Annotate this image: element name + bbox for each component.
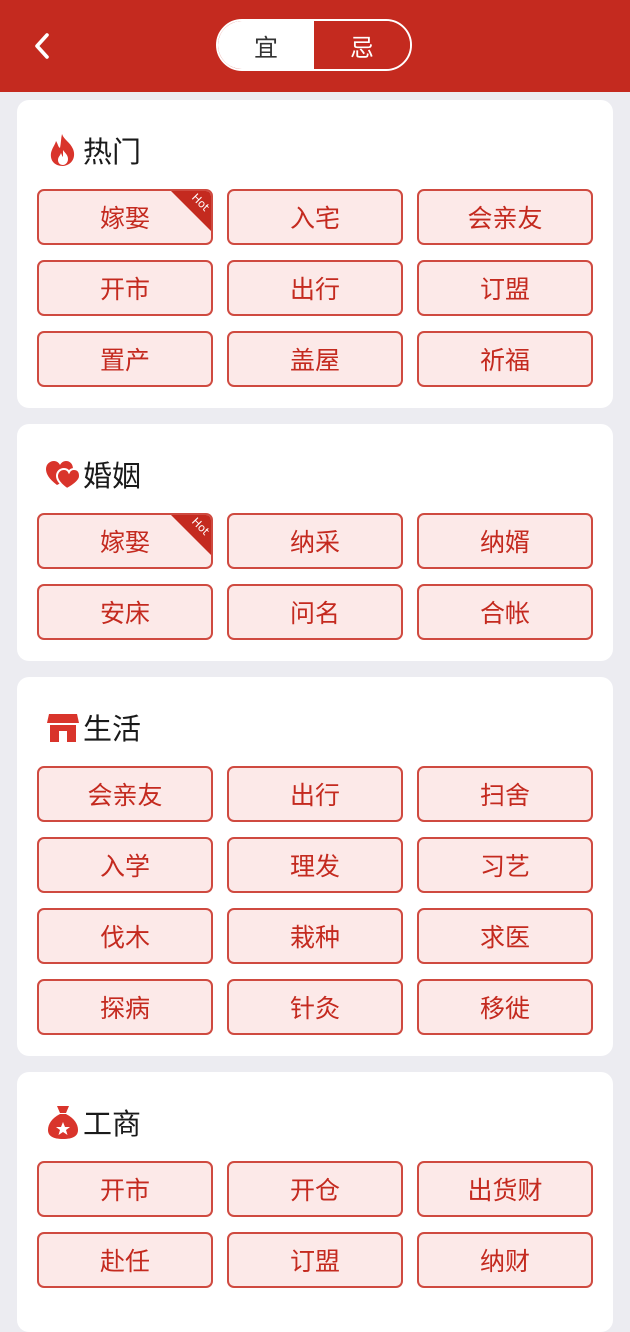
chip-label: 伐木 bbox=[99, 923, 150, 952]
chip-label: 合帐 bbox=[479, 599, 530, 628]
chip-kaishi[interactable]: 开市 bbox=[37, 260, 213, 316]
section-hot: 热门 嫁娶 Hot 入宅 会亲友 开市 出行 订盟 置产 盖屋 祈福 bbox=[17, 100, 613, 408]
chip-chuxing[interactable]: 出行 bbox=[227, 260, 403, 316]
section-title-text: 生活 bbox=[83, 712, 142, 746]
chip-yixi[interactable]: 移徙 bbox=[417, 979, 593, 1035]
chip-label: 入学 bbox=[99, 852, 150, 881]
chip-grid: 开市 开仓 出货财 赴任 订盟 纳财 bbox=[37, 1161, 593, 1288]
chip-huiqinyou[interactable]: 会亲友 bbox=[37, 766, 213, 822]
chip-gaiwu[interactable]: 盖屋 bbox=[227, 331, 403, 387]
chip-grid: 会亲友 出行 扫舍 入学 理发 习艺 伐木 栽种 求医 探病 针灸 移徙 bbox=[37, 766, 593, 1035]
chip-naxu[interactable]: 纳婿 bbox=[417, 513, 593, 569]
section-title-hot: 热门 bbox=[45, 130, 141, 170]
auspicious-toggle: 宜 忌 bbox=[216, 19, 412, 71]
chip-saoshe[interactable]: 扫舍 bbox=[417, 766, 593, 822]
chip-label: 祈福 bbox=[479, 346, 530, 375]
chip-label: 盖屋 bbox=[289, 346, 340, 375]
chip-label: 开市 bbox=[99, 1176, 150, 1205]
back-button[interactable] bbox=[22, 24, 62, 68]
chip-ruxue[interactable]: 入学 bbox=[37, 837, 213, 893]
chip-grid: 嫁娶 Hot 纳采 纳婿 安床 问名 合帐 bbox=[37, 513, 593, 640]
chip-label: 栽种 bbox=[289, 923, 340, 952]
chip-label: 出货财 bbox=[467, 1176, 543, 1205]
chip-kaicang[interactable]: 开仓 bbox=[227, 1161, 403, 1217]
section-title-text: 工商 bbox=[83, 1107, 142, 1141]
chip-zaizhong[interactable]: 栽种 bbox=[227, 908, 403, 964]
chip-hezhang[interactable]: 合帐 bbox=[417, 584, 593, 640]
chip-label: 纳采 bbox=[289, 528, 340, 557]
chip-zhenjiu[interactable]: 针灸 bbox=[227, 979, 403, 1035]
chip-label: 订盟 bbox=[479, 275, 530, 304]
chip-label: 针灸 bbox=[289, 994, 340, 1023]
chip-label: 扫舍 bbox=[479, 781, 530, 810]
chip-label: 嫁娶 bbox=[99, 528, 150, 557]
chip-label: 出行 bbox=[289, 781, 340, 810]
chip-chuxing[interactable]: 出行 bbox=[227, 766, 403, 822]
chip-label: 会亲友 bbox=[467, 204, 543, 233]
chip-label: 订盟 bbox=[289, 1247, 340, 1276]
chip-label: 探病 bbox=[99, 994, 150, 1023]
chip-kaishi[interactable]: 开市 bbox=[37, 1161, 213, 1217]
chip-tanbing[interactable]: 探病 bbox=[37, 979, 213, 1035]
hearts-icon bbox=[45, 456, 81, 492]
chip-jiaqu[interactable]: 嫁娶 Hot bbox=[37, 189, 213, 245]
tab-yi[interactable]: 宜 bbox=[218, 21, 314, 69]
chip-famu[interactable]: 伐木 bbox=[37, 908, 213, 964]
chip-chuhuocai[interactable]: 出货财 bbox=[417, 1161, 593, 1217]
chip-qifu[interactable]: 祈福 bbox=[417, 331, 593, 387]
chip-label: 求医 bbox=[479, 923, 530, 952]
chip-label: 纳婿 bbox=[479, 528, 530, 557]
section-title-marriage: 婚姻 bbox=[45, 454, 141, 494]
top-bar: 宜 忌 bbox=[0, 0, 630, 92]
chip-label: 习艺 bbox=[479, 852, 530, 881]
chip-nacai[interactable]: 纳采 bbox=[227, 513, 403, 569]
hot-badge: Hot bbox=[171, 515, 211, 555]
chip-zhichan[interactable]: 置产 bbox=[37, 331, 213, 387]
chip-label: 开仓 bbox=[289, 1176, 340, 1205]
chip-label: 会亲友 bbox=[87, 781, 163, 810]
section-business: 工商 开市 开仓 出货财 赴任 订盟 纳财 bbox=[17, 1072, 613, 1332]
section-title-life: 生活 bbox=[45, 707, 141, 747]
section-title-text: 婚姻 bbox=[83, 459, 142, 493]
chip-label: 赴任 bbox=[99, 1247, 150, 1276]
chip-lifa[interactable]: 理发 bbox=[227, 837, 403, 893]
section-title-text: 热门 bbox=[83, 135, 142, 169]
chip-label: 安床 bbox=[99, 599, 150, 628]
chip-qiuyi[interactable]: 求医 bbox=[417, 908, 593, 964]
chip-dingmeng[interactable]: 订盟 bbox=[417, 260, 593, 316]
chip-label: 置产 bbox=[99, 346, 150, 375]
chip-label: 入宅 bbox=[289, 204, 340, 233]
tab-ji[interactable]: 忌 bbox=[314, 21, 410, 69]
chip-label: 问名 bbox=[289, 599, 340, 628]
fire-icon bbox=[45, 132, 81, 168]
chip-label: 开市 bbox=[99, 275, 150, 304]
section-title-business: 工商 bbox=[45, 1102, 141, 1142]
chip-xiyi[interactable]: 习艺 bbox=[417, 837, 593, 893]
chip-label: 嫁娶 bbox=[99, 204, 150, 233]
chevron-left-icon bbox=[35, 33, 49, 59]
chip-jiaqu[interactable]: 嫁娶 Hot bbox=[37, 513, 213, 569]
chip-ruzhai[interactable]: 入宅 bbox=[227, 189, 403, 245]
chip-label: 纳财 bbox=[479, 1247, 530, 1276]
chip-wenming[interactable]: 问名 bbox=[227, 584, 403, 640]
hot-badge: Hot bbox=[171, 191, 211, 231]
money-bag-icon bbox=[45, 1104, 81, 1140]
chip-grid: 嫁娶 Hot 入宅 会亲友 开市 出行 订盟 置产 盖屋 祈福 bbox=[37, 189, 593, 387]
section-marriage: 婚姻 嫁娶 Hot 纳采 纳婿 安床 问名 合帐 bbox=[17, 424, 613, 661]
chip-huiqinyou[interactable]: 会亲友 bbox=[417, 189, 593, 245]
chip-label: 理发 bbox=[289, 852, 340, 881]
chip-label: 出行 bbox=[289, 275, 340, 304]
chip-anchuang[interactable]: 安床 bbox=[37, 584, 213, 640]
house-icon bbox=[45, 709, 81, 745]
chip-label: 移徙 bbox=[479, 994, 530, 1023]
section-life: 生活 会亲友 出行 扫舍 入学 理发 习艺 伐木 栽种 求医 探病 针灸 移徙 bbox=[17, 677, 613, 1056]
